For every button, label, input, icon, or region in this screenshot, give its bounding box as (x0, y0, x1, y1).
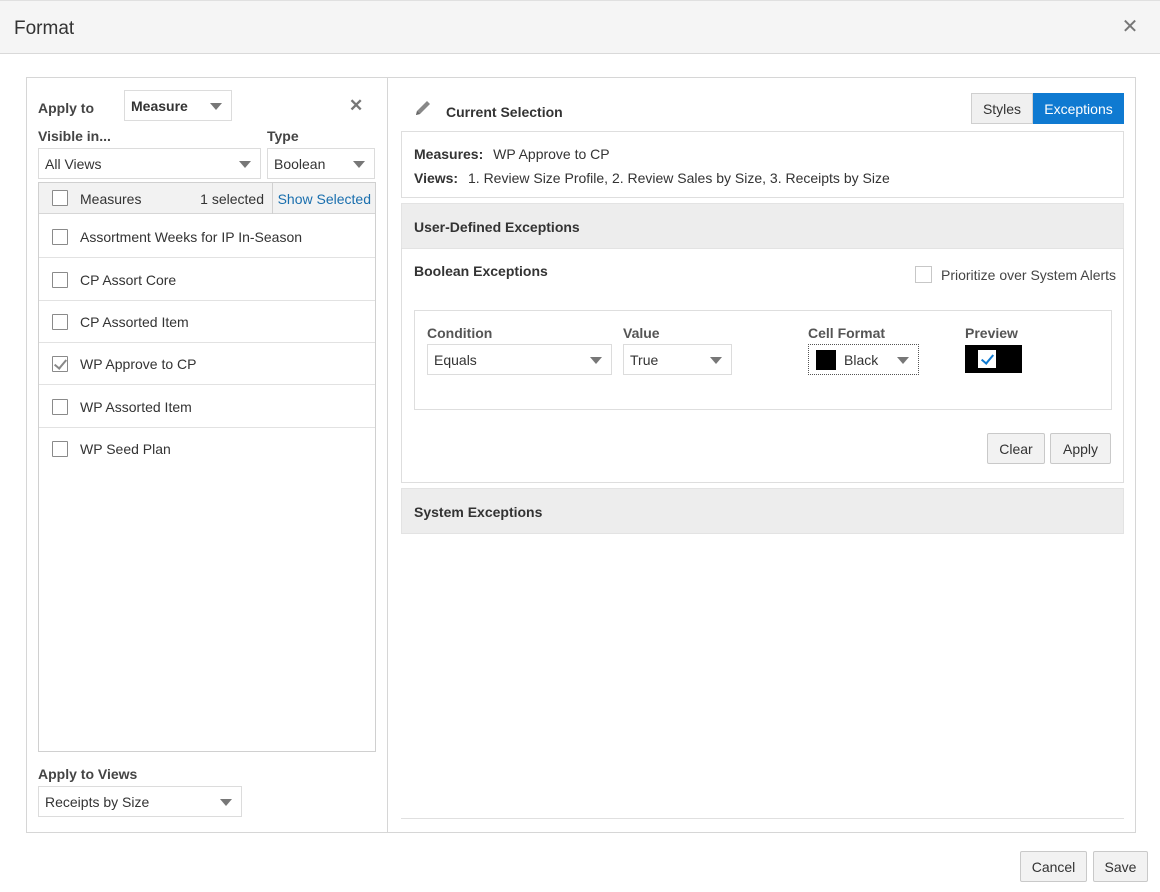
apply-to-value: Measure (131, 98, 188, 114)
value-value: True (630, 352, 659, 368)
user-defined-exceptions-body: Boolean Exceptions Prioritize over Syste… (401, 248, 1124, 483)
measures-list: Measures 1 selected Show Selected Assort… (38, 182, 376, 752)
save-button[interactable]: Save (1093, 851, 1148, 882)
visible-in-value: All Views (45, 156, 102, 172)
preview-label: Preview (965, 325, 1018, 341)
condition-value: Equals (434, 352, 477, 368)
item-checkbox[interactable] (52, 314, 68, 330)
item-checkbox[interactable] (52, 399, 68, 415)
close-icon[interactable]: ✕ (1120, 17, 1140, 37)
value-label: Value (623, 325, 660, 341)
item-checkbox[interactable] (52, 272, 68, 288)
show-selected-link[interactable]: Show Selected (278, 191, 371, 207)
list-item[interactable]: CP Assorted Item (39, 301, 375, 343)
chevron-down-icon (210, 103, 222, 110)
tab-exceptions[interactable]: Exceptions (1033, 93, 1124, 124)
list-item-label: WP Assorted Item (80, 399, 192, 415)
cancel-button[interactable]: Cancel (1020, 851, 1087, 882)
type-select[interactable]: Boolean (267, 148, 375, 179)
list-item-label: CP Assorted Item (80, 314, 189, 330)
type-label: Type (267, 128, 299, 144)
dialog-title: Format (14, 18, 75, 39)
list-item[interactable]: Assortment Weeks for IP In-Season (39, 216, 375, 258)
tab-styles[interactable]: Styles (971, 93, 1033, 124)
chevron-down-icon (239, 161, 251, 168)
chevron-down-icon (590, 357, 602, 364)
list-item[interactable]: WP Seed Plan (39, 428, 375, 470)
condition-label: Condition (427, 325, 493, 341)
panel-divider (401, 818, 1124, 819)
chevron-down-icon (220, 799, 232, 806)
apply-to-views-label: Apply to Views (38, 766, 138, 782)
prioritize-label: Prioritize over System Alerts (941, 267, 1117, 283)
selection-info: Measures: WP Approve to CP Views: 1. Rev… (401, 131, 1124, 198)
measures-key: Measures: (414, 146, 484, 162)
views-info: Views: 1. Review Size Profile, 2. Review… (414, 170, 890, 186)
measures-list-header: Measures 1 selected Show Selected (39, 183, 375, 214)
cell-format-select[interactable]: Black (808, 344, 919, 375)
preview-box (965, 345, 1022, 373)
views-key: Views: (414, 170, 459, 186)
measures-info: Measures: WP Approve to CP (414, 146, 610, 162)
pencil-icon (416, 101, 430, 115)
clear-icon[interactable]: ✕ (349, 96, 363, 116)
current-selection-title: Current Selection (446, 104, 563, 120)
list-item[interactable]: WP Assorted Item (39, 386, 375, 428)
condition-select[interactable]: Equals (427, 344, 612, 375)
exceptions-panel: Current Selection Styles Exceptions Meas… (389, 78, 1135, 832)
boolean-exceptions-title: Boolean Exceptions (414, 263, 548, 279)
user-defined-exceptions-label: User-Defined Exceptions (414, 219, 580, 235)
clear-button[interactable]: Clear (987, 433, 1045, 464)
cell-format-value: Black (844, 352, 879, 368)
list-item[interactable]: CP Assort Core (39, 259, 375, 301)
apply-to-views-value: Receipts by Size (45, 794, 150, 810)
list-item-label: WP Approve to CP (80, 356, 197, 372)
visible-in-label: Visible in... (38, 128, 111, 144)
cell-format-label: Cell Format (808, 325, 886, 341)
format-dialog-body: Apply to Measure ✕ Visible in... Type Al… (26, 77, 1136, 833)
color-swatch (816, 350, 836, 370)
selected-count: 1 selected (200, 191, 264, 207)
apply-button[interactable]: Apply (1050, 433, 1111, 464)
list-item[interactable]: WP Approve to CP (39, 343, 375, 385)
system-exceptions-header[interactable]: System Exceptions (401, 488, 1124, 534)
list-item-label: Assortment Weeks for IP In-Season (80, 229, 303, 245)
type-value: Boolean (274, 156, 326, 172)
value-select[interactable]: True (623, 344, 732, 375)
select-all-checkbox[interactable] (52, 190, 68, 206)
chevron-down-icon (710, 357, 722, 364)
dialog-titlebar: Format ✕ (0, 0, 1160, 54)
item-checkbox[interactable] (52, 441, 68, 457)
item-checkbox[interactable] (52, 229, 68, 245)
visible-in-select[interactable]: All Views (38, 148, 261, 179)
apply-to-select[interactable]: Measure (124, 90, 232, 121)
chevron-down-icon (353, 161, 365, 168)
header-divider (272, 183, 273, 214)
measure-panel: Apply to Measure ✕ Visible in... Type Al… (27, 78, 388, 832)
user-defined-exceptions-header[interactable]: User-Defined Exceptions (401, 203, 1124, 249)
system-exceptions-label: System Exceptions (414, 504, 543, 520)
list-item-label: WP Seed Plan (80, 441, 171, 457)
measures-header-label: Measures (80, 191, 142, 207)
chevron-down-icon (897, 357, 909, 364)
measures-value: WP Approve to CP (493, 146, 610, 162)
apply-to-label: Apply to (38, 100, 94, 116)
preview-checkbox-icon (978, 350, 996, 368)
condition-row: Condition Value Cell Format Preview Equa… (414, 310, 1112, 410)
prioritize-checkbox[interactable] (915, 266, 932, 283)
list-item-label: CP Assort Core (80, 272, 177, 288)
views-value: 1. Review Size Profile, 2. Review Sales … (468, 170, 890, 186)
item-checkbox-checked[interactable] (52, 356, 68, 372)
apply-to-views-select[interactable]: Receipts by Size (38, 786, 242, 817)
